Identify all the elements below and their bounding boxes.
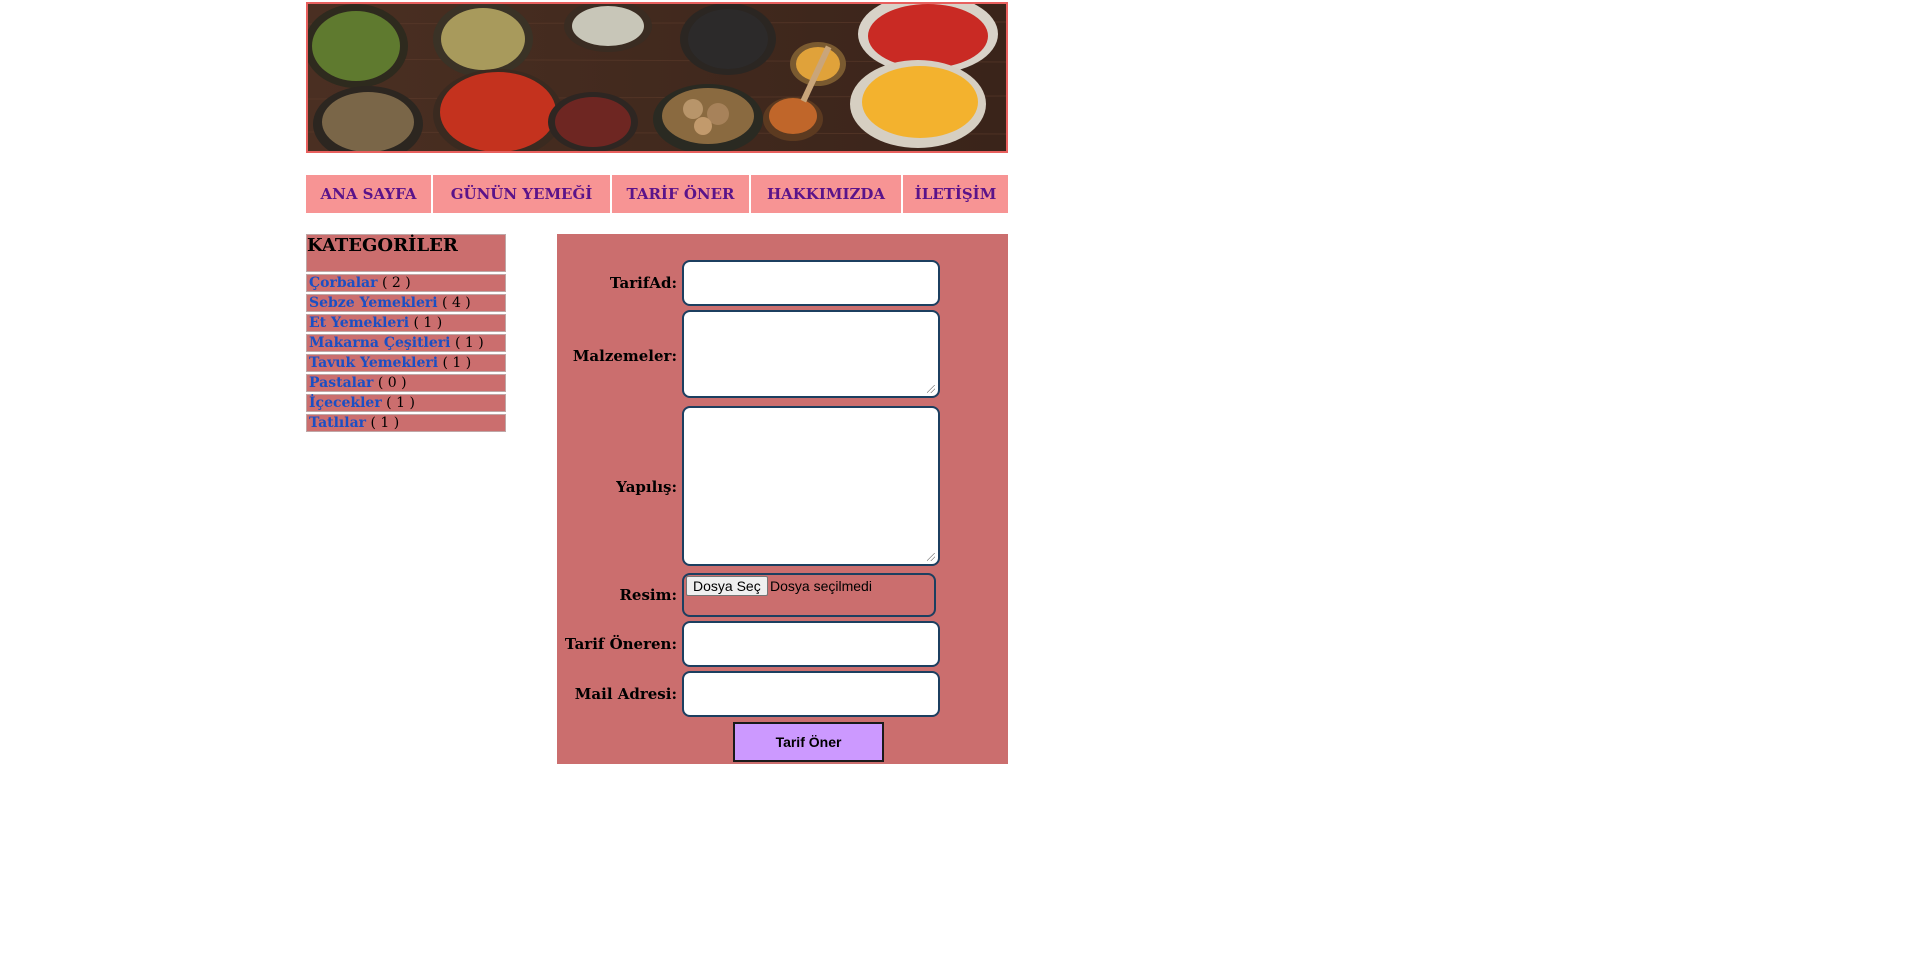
category-link-meat-dishes[interactable]: Et Yemekleri	[309, 315, 409, 331]
category-count: ( 1 )	[442, 355, 472, 371]
image-label: Resim:	[619, 586, 677, 604]
category-item: Makarna Çeşitleri ( 1 )	[306, 334, 506, 352]
category-link-pasta[interactable]: Makarna Çeşitleri	[309, 335, 450, 351]
ingredients-label: Malzemeler:	[572, 347, 677, 365]
main-nav: ANA SAYFA GÜNÜN YEMEĞİ TARİF ÖNER HAKKIM…	[306, 175, 1008, 213]
submitter-label: Tarif Öneren:	[564, 635, 677, 653]
category-count: ( 1 )	[454, 335, 484, 351]
category-link-vegetable-dishes[interactable]: Sebze Yemekleri	[309, 295, 438, 311]
submitter-input[interactable]	[682, 621, 940, 667]
email-label: Mail Adresi:	[574, 685, 677, 703]
category-link-desserts[interactable]: Tatlılar	[309, 415, 366, 431]
file-status-text: Dosya seçilmedi	[770, 578, 872, 594]
image-file-input: Dosya Seç Dosya seçilmedi	[682, 573, 936, 617]
category-item: Tatlılar ( 1 )	[306, 414, 506, 432]
category-link-chicken-dishes[interactable]: Tavuk Yemekleri	[309, 355, 438, 371]
categories-heading: KATEGORİLER	[306, 234, 506, 272]
nav-item-about-us[interactable]: HAKKIMIZDA	[751, 175, 901, 213]
ingredients-textarea[interactable]	[682, 310, 940, 398]
category-item: İçecekler ( 1 )	[306, 394, 506, 412]
category-count: ( 1 )	[386, 395, 415, 411]
preparation-textarea[interactable]	[682, 406, 940, 566]
category-item: Çorbalar ( 2 )	[306, 274, 506, 292]
nav-item-suggest-recipe[interactable]: TARİF ÖNER	[612, 175, 749, 213]
preparation-label: Yapılış:	[616, 478, 677, 496]
choose-file-button[interactable]: Dosya Seç	[686, 576, 768, 596]
category-count: ( 2 )	[381, 275, 411, 291]
recipe-suggestion-form: TarifAd: Malzemeler: Yapılış: Resim: Dos…	[557, 234, 1008, 764]
category-item: Et Yemekleri ( 1 )	[306, 314, 506, 332]
spices-banner-image	[306, 2, 1008, 153]
categories-sidebar: KATEGORİLER Çorbalar ( 2 ) Sebze Yemekle…	[306, 234, 506, 432]
category-item: Sebze Yemekleri ( 4 )	[306, 294, 506, 312]
category-link-soups[interactable]: Çorbalar	[309, 275, 377, 291]
category-link-cakes[interactable]: Pastalar	[309, 375, 373, 391]
category-item: Pastalar ( 0 )	[306, 374, 506, 392]
recipe-name-input[interactable]	[682, 260, 940, 306]
nav-item-home[interactable]: ANA SAYFA	[306, 175, 431, 213]
submit-recipe-button[interactable]: Tarif Öner	[733, 722, 884, 762]
category-count: ( 1 )	[370, 415, 400, 431]
category-count: ( 0 )	[377, 375, 407, 391]
page: ANA SAYFA GÜNÜN YEMEĞİ TARİF ÖNER HAKKIM…	[0, 0, 1916, 953]
email-input[interactable]	[682, 671, 940, 717]
category-item: Tavuk Yemekleri ( 1 )	[306, 354, 506, 372]
nav-item-dish-of-the-day[interactable]: GÜNÜN YEMEĞİ	[433, 175, 610, 213]
resize-grip-icon[interactable]	[927, 385, 935, 393]
nav-item-contact[interactable]: İLETİŞİM	[903, 175, 1008, 213]
resize-grip-icon[interactable]	[927, 553, 935, 561]
recipe-name-label: TarifAd:	[609, 274, 677, 292]
category-count: ( 4 )	[442, 295, 471, 311]
category-count: ( 1 )	[413, 315, 443, 331]
category-link-drinks[interactable]: İçecekler	[309, 395, 382, 411]
